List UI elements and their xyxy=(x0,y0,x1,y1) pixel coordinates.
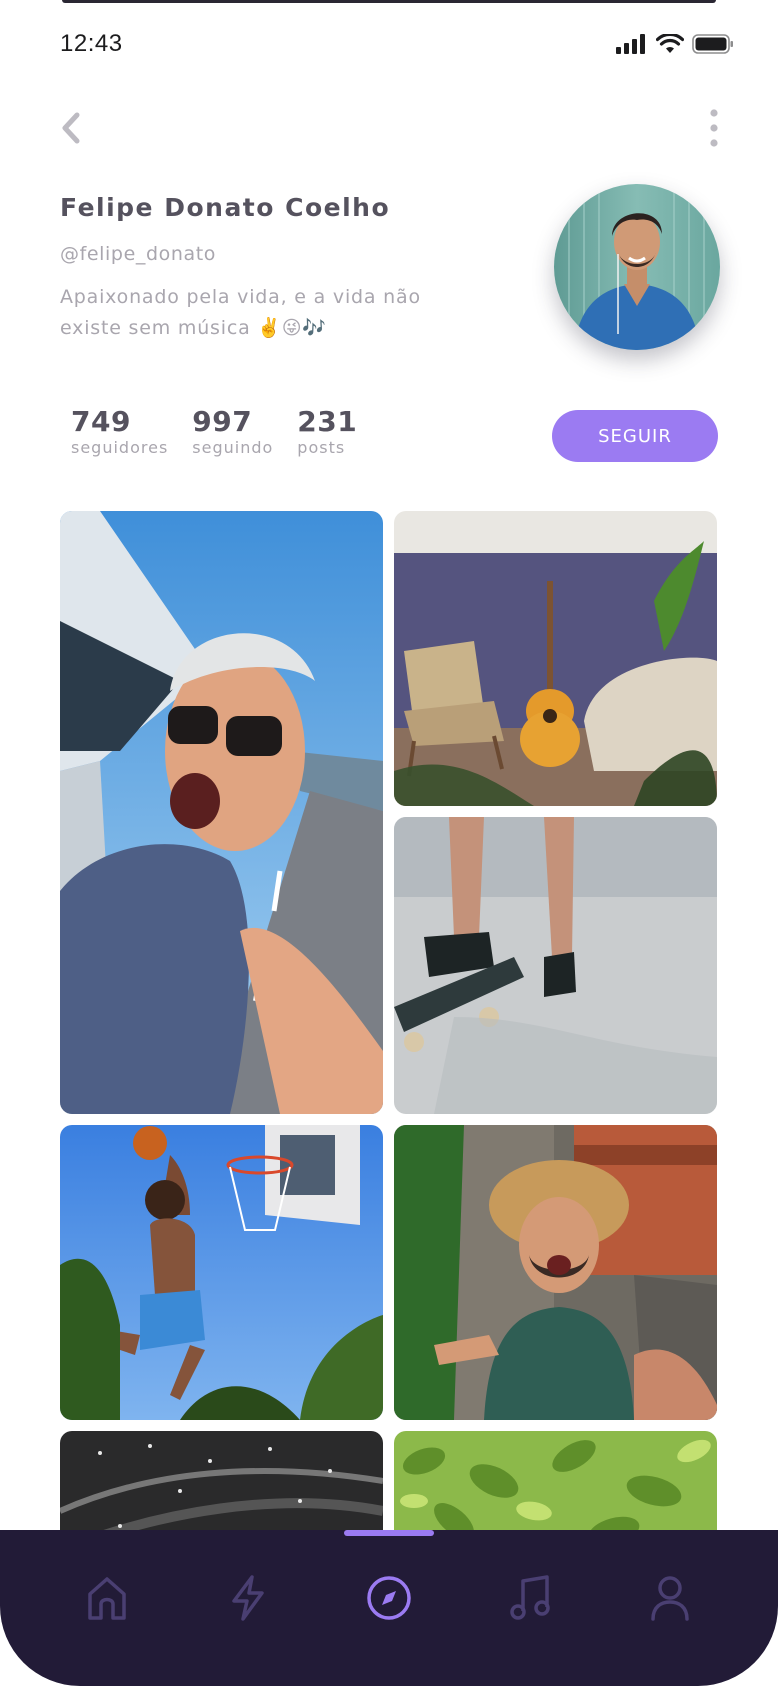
active-tab-indicator xyxy=(344,1530,434,1536)
tab-home[interactable] xyxy=(67,1560,147,1640)
photo-temple-selfie[interactable] xyxy=(394,1125,717,1420)
user-icon xyxy=(650,1575,690,1625)
status-time: 12:43 xyxy=(60,30,123,57)
stat-value: 231 xyxy=(297,405,358,438)
photo-leaves[interactable] xyxy=(394,1431,717,1530)
stat-label: seguindo xyxy=(192,438,274,457)
music-icon xyxy=(509,1575,551,1625)
tab-activity[interactable] xyxy=(208,1560,288,1640)
stat-followers[interactable]: 749 seguidores xyxy=(71,405,168,457)
wifi-icon xyxy=(655,32,685,58)
tab-music[interactable] xyxy=(490,1560,570,1640)
compass-icon xyxy=(366,1575,412,1625)
profile-bio-line: existe sem música ✌️😜🎶 xyxy=(60,317,327,339)
avatar[interactable] xyxy=(554,184,720,350)
signal-icon xyxy=(616,34,648,58)
more-options-button[interactable] xyxy=(700,108,728,152)
tab-profile[interactable] xyxy=(630,1560,710,1640)
stat-value: 749 xyxy=(71,405,131,438)
stat-posts[interactable]: 231 posts xyxy=(297,405,357,457)
photo-skateboard[interactable] xyxy=(394,817,717,1114)
battery-icon xyxy=(692,34,734,58)
home-icon xyxy=(87,1576,127,1624)
profile-bio-line: Apaixonado pela vida, e a vida não xyxy=(60,286,421,308)
stat-label: posts xyxy=(297,438,346,457)
bottom-tab-bar xyxy=(0,1530,778,1686)
photo-highway-night[interactable] xyxy=(60,1431,383,1530)
status-icons xyxy=(616,32,734,58)
lightning-icon xyxy=(230,1575,266,1625)
stat-value: 997 xyxy=(192,405,253,438)
tab-explore[interactable] xyxy=(349,1560,429,1640)
follow-button[interactable]: SEGUIR xyxy=(552,410,718,462)
photo-guitar-living-room[interactable] xyxy=(394,511,717,806)
photo-basketball-dunk[interactable] xyxy=(60,1125,383,1420)
profile-handle: @felipe_donato xyxy=(60,243,217,265)
profile-bio: Apaixonado pela vida, e a vida não exist… xyxy=(60,282,460,344)
profile-stats: 749 seguidores 997 seguindo 231 posts xyxy=(60,405,357,457)
chevron-left-icon xyxy=(60,112,82,148)
status-bar: 12:43 xyxy=(0,0,778,90)
photo-selfie-car-window[interactable] xyxy=(60,511,383,1114)
profile-name: Felipe Donato Coelho xyxy=(60,193,391,222)
stat-following[interactable]: 997 seguindo xyxy=(192,405,273,457)
back-button[interactable] xyxy=(56,112,86,148)
stat-label: seguidores xyxy=(71,438,169,457)
more-vertical-icon xyxy=(709,108,719,152)
